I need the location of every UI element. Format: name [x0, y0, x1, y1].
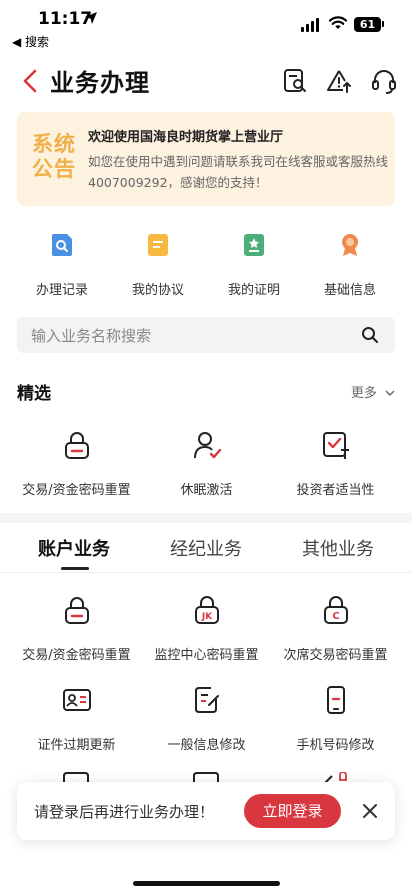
home-indicator[interactable] [133, 881, 280, 886]
battery-tip [382, 21, 384, 27]
service-item-info-edit[interactable]: 一般信息修改 [138, 685, 275, 753]
featured-item-label: 投资者适当性 [296, 483, 375, 498]
featured-item-suitability[interactable]: 投资者适当性 [267, 430, 404, 498]
service-item-id-update[interactable]: 证件过期更新 [8, 685, 145, 753]
service-item-password-reset[interactable]: 交易/资金密码重置 [8, 595, 145, 663]
back-to-app-link[interactable]: ◀ 搜索 [12, 33, 49, 50]
status-bar: 11:17 ◀ 搜索 61 [0, 0, 412, 50]
service-item-label: 次席交易密码重置 [283, 648, 388, 663]
featured-item-password-reset[interactable]: 交易/资金密码重置 [8, 430, 145, 498]
cellular-signal-icon [301, 18, 319, 32]
headset-icon[interactable] [370, 67, 398, 95]
featured-item-dormant-activation[interactable]: 休眠激活 [138, 430, 275, 498]
back-arrow-icon[interactable] [20, 68, 42, 94]
tab-account-services[interactable]: 账户业务 [38, 535, 110, 561]
medal-icon [342, 234, 358, 256]
search-icon[interactable] [361, 326, 379, 344]
quick-item-records[interactable]: 办理记录 [17, 228, 107, 298]
id-card-icon [62, 689, 91, 711]
page-header: 业务办理 [0, 58, 412, 104]
service-tabs: 账户业务 经纪业务 其他业务 [0, 523, 412, 573]
quick-item-label: 我的协议 [131, 283, 184, 298]
announcement-logo: 系统 公告 [29, 132, 79, 182]
lock-reset-icon [64, 597, 89, 624]
lock-reset-icon [64, 432, 89, 459]
search-input[interactable]: 输入业务名称搜索 [17, 317, 395, 353]
wifi-icon [328, 16, 348, 29]
agreement-icon [148, 234, 168, 256]
featured-item-label: 休眠激活 [180, 483, 233, 498]
edit-form-icon [194, 687, 219, 713]
certificate-icon [244, 234, 264, 256]
announcement-body: 如您在使用中遇到问题请联系我司在线客服或客服热线4007009292，感谢您的支… [88, 154, 389, 190]
quick-item-label: 办理记录 [35, 283, 88, 298]
page-title: 业务办理 [50, 69, 150, 97]
service-item-label: 手机号码修改 [296, 738, 375, 753]
featured-item-label: 交易/资金密码重置 [22, 483, 131, 498]
alert-icon[interactable] [325, 67, 353, 95]
service-item-monitor-password[interactable]: JK 监控中心密码重置 [138, 595, 275, 663]
service-item-label: 一般信息修改 [167, 738, 246, 753]
quick-item-certificates[interactable]: 我的证明 [209, 228, 299, 298]
announcement-banner[interactable]: 系统 公告 欢迎使用国海良时期货掌上营业厅 如您在使用中遇到问题请联系我司在线客… [17, 112, 395, 206]
lock-jk-icon: JK [194, 596, 219, 624]
search-document-icon[interactable] [281, 67, 309, 95]
announcement-logo-line2: 公告 [32, 157, 76, 181]
service-item-label: 交易/资金密码重置 [22, 648, 131, 663]
active-tab-indicator [61, 567, 89, 570]
quick-item-basic-info[interactable]: 基础信息 [305, 228, 395, 298]
chevron-down-icon [385, 390, 395, 396]
announcement-title: 欢迎使用国海良时期货掌上营业厅 [88, 130, 284, 145]
service-item-label: 证件过期更新 [37, 738, 116, 753]
lock-c-icon: C [323, 596, 348, 624]
login-prompt-toast: 请登录后再进行业务办理！ 立即登录 [17, 782, 395, 840]
quick-item-label: 基础信息 [323, 283, 376, 298]
service-item-phone-change[interactable]: 手机号码修改 [267, 685, 404, 753]
login-button[interactable]: 立即登录 [244, 794, 341, 828]
battery-icon: 61 [354, 17, 381, 32]
close-icon[interactable] [361, 802, 379, 820]
quick-actions: 办理记录 我的协议 我的证明 基础信息 [0, 228, 412, 298]
tab-other-services[interactable]: 其他业务 [302, 535, 374, 561]
quick-item-label: 我的证明 [227, 283, 280, 298]
tab-brokerage-services[interactable]: 经纪业务 [170, 535, 242, 561]
service-item-backup-password[interactable]: C 次席交易密码重置 [267, 595, 404, 663]
quick-item-agreements[interactable]: 我的协议 [113, 228, 203, 298]
login-prompt-text: 请登录后再进行业务办理！ [34, 803, 215, 821]
mobile-phone-icon [326, 686, 345, 714]
lock-c-badge: C [332, 611, 339, 622]
user-check-icon [193, 432, 221, 459]
record-search-icon [52, 234, 72, 256]
announcement-logo-line1: 系统 [32, 132, 76, 156]
location-arrow-icon [85, 12, 97, 24]
section-divider [0, 513, 412, 523]
service-item-label: 监控中心密码重置 [154, 648, 259, 663]
more-link[interactable]: 更多 [351, 382, 395, 401]
lock-jk-badge: JK [200, 612, 212, 622]
featured-section-title: 精选 [17, 384, 51, 404]
more-label: 更多 [350, 386, 377, 401]
search-placeholder: 输入业务名称搜索 [31, 327, 152, 345]
checklist-icon [322, 432, 349, 459]
